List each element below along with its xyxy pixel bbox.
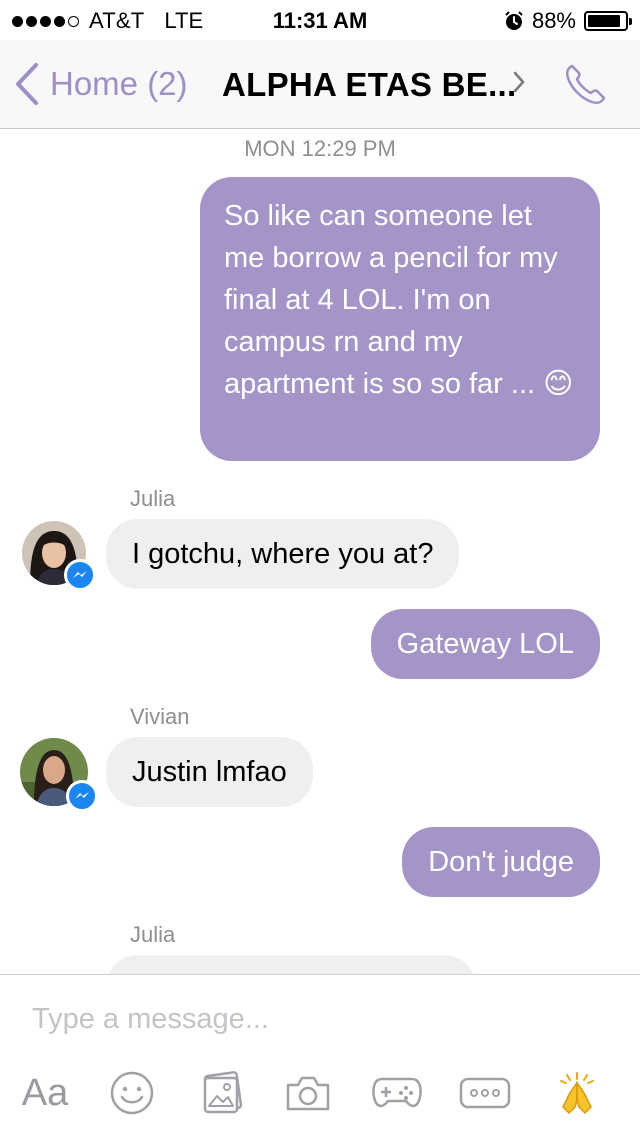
conversation-title[interactable]: ALPHA ETAS BE... [222, 66, 516, 104]
message-composer: Aa [0, 974, 640, 1137]
folded-hands-icon[interactable] [552, 1071, 602, 1115]
photo-gallery-icon[interactable] [198, 1071, 246, 1115]
message-text: I gotchu, where you at? [132, 538, 434, 570]
game-controller-icon[interactable] [370, 1071, 424, 1115]
battery-icon [584, 11, 632, 31]
incoming-message-bubble[interactable]: Justin lmfao [106, 737, 313, 807]
more-icon[interactable] [458, 1071, 512, 1115]
messenger-badge-icon [66, 780, 98, 812]
avatar-vivian[interactable] [20, 738, 98, 812]
back-button[interactable]: Home (2) [14, 62, 188, 106]
messenger-badge-icon [64, 559, 96, 591]
text-format-icon[interactable]: Aa [18, 1071, 72, 1115]
message-text: Gateway LOL [396, 628, 574, 660]
message-text: Justin lmfao [132, 756, 287, 788]
phone-call-icon[interactable] [562, 62, 608, 108]
camera-icon[interactable] [284, 1071, 332, 1115]
incoming-message-bubble[interactable]: I gotchu, where you at? [106, 519, 460, 589]
back-button-label: Home (2) [50, 65, 188, 102]
message-text: So like can someone let me borrow a penc… [224, 200, 574, 400]
outgoing-message-bubble[interactable]: So like can someone let me borrow a penc… [200, 177, 600, 461]
emoji-icon[interactable] [108, 1071, 156, 1115]
outgoing-message-bubble[interactable]: Gateway LOL [370, 609, 600, 679]
message-text: Don't judge [428, 846, 574, 878]
alarm-icon [505, 11, 523, 30]
status-bar: AT&T LTE 11:31 AM 88% [0, 0, 640, 40]
message-timestamp: MON 12:29 PM [244, 136, 396, 161]
chevron-left-icon [16, 63, 38, 105]
message-input[interactable] [32, 1003, 592, 1036]
sender-name: Julia [130, 922, 176, 947]
sender-name: Vivian [130, 704, 190, 729]
battery-percentage: 88% [531, 8, 576, 33]
chevron-right-icon[interactable] [512, 70, 526, 94]
avatar-julia[interactable] [22, 521, 96, 591]
sender-name: Julia [130, 486, 176, 511]
outgoing-message-bubble[interactable]: Don't judge [402, 827, 600, 897]
conversation-header: Home (2) ALPHA ETAS BE... [0, 40, 640, 129]
